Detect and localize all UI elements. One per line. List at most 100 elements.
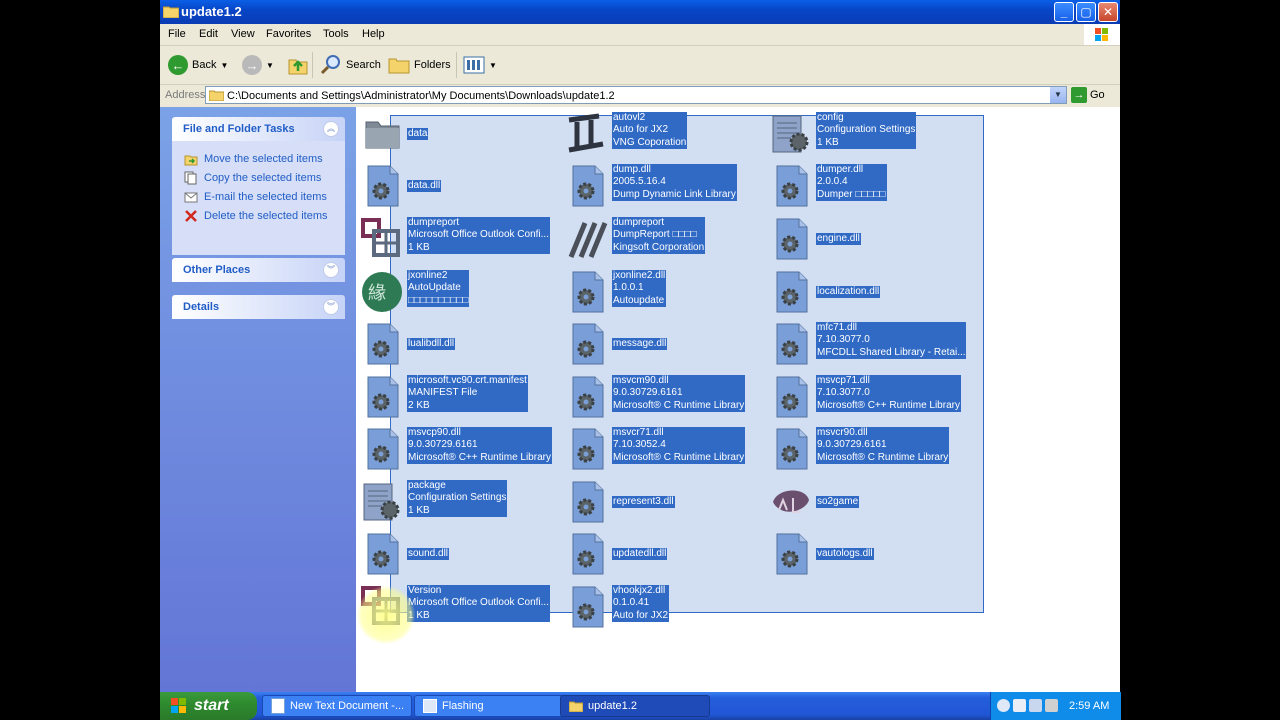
file-name: sound.dll — [408, 548, 449, 559]
views-button[interactable]: ▼ — [463, 53, 497, 77]
dll-icon — [360, 164, 404, 208]
file-item[interactable]: 緣 jxonline2 AutoUpdate □□□□□□□□□□ — [360, 270, 560, 318]
task-label: Copy the selected items — [204, 171, 322, 184]
task-pane: File and Folder Tasks ︽ Move the selecte… — [160, 107, 356, 692]
panel-header[interactable]: Details ︾ — [172, 295, 345, 319]
menu-file[interactable]: File — [168, 28, 186, 40]
expand-icon[interactable]: ︾ — [323, 262, 339, 278]
file-detail: 1 KB — [408, 241, 430, 253]
start-button[interactable]: start — [160, 692, 257, 720]
file-item[interactable]: lualibdll.dll — [360, 322, 560, 370]
address-dropdown-button[interactable]: ▼ — [1050, 87, 1066, 103]
maximize-button[interactable]: ▢ — [1076, 2, 1096, 22]
file-name: msvcp71.dll — [817, 375, 870, 386]
minimize-button[interactable]: _ — [1054, 2, 1074, 22]
file-item[interactable]: data — [360, 112, 560, 160]
file-item[interactable]: data.dll — [360, 164, 560, 212]
dll-icon — [769, 322, 813, 366]
close-button[interactable]: ✕ — [1098, 2, 1118, 22]
up-folder-button[interactable] — [288, 53, 308, 77]
file-item[interactable]: represent3.dll — [565, 480, 765, 528]
file-item[interactable]: config Configuration Settings 1 KB — [769, 112, 969, 160]
file-item[interactable]: vautologs.dll — [769, 532, 969, 580]
tray-arrow-icon[interactable] — [997, 699, 1010, 712]
dll-icon — [565, 532, 609, 576]
file-item[interactable]: dump.dll 2005.5.16.4 Dump Dynamic Link Lib… — [565, 164, 765, 212]
file-item[interactable]: localization.dll — [769, 270, 969, 318]
menu-view[interactable]: View — [231, 28, 255, 40]
file-item[interactable]: vhookjx2.dll 0.1.0.41 Auto for JX2 — [565, 585, 765, 633]
start-label: start — [194, 697, 229, 714]
file-detail: 9.0.30729.6161 — [817, 439, 887, 451]
expand-icon[interactable]: ︾ — [323, 299, 339, 315]
search-button[interactable]: Search — [320, 53, 381, 77]
task-delete[interactable]: Delete the selected items — [172, 206, 345, 225]
menu-edit[interactable]: Edit — [199, 28, 218, 40]
file-detail: Dumper □□□□□ — [817, 188, 886, 200]
go-button[interactable]: → Go — [1071, 87, 1105, 103]
file-item[interactable]: dumper.dll 2.0.0.4 Dumper □□□□□ — [769, 164, 969, 212]
tray-volume-icon[interactable] — [1045, 699, 1058, 712]
task-email[interactable]: E-mail the selected items — [172, 187, 345, 206]
panel-header[interactable]: Other Places ︾ — [172, 258, 345, 282]
dll-icon — [360, 375, 404, 419]
file-name: package — [408, 480, 446, 491]
file-label: jxonline2.dll 1.0.0.1 Autoupdate — [612, 270, 667, 307]
file-view[interactable]: data autovl2 Auto for JX2 VNG Coporation con… — [356, 107, 1120, 692]
file-item[interactable]: so2game — [769, 480, 969, 528]
folder-icon — [163, 6, 179, 18]
file-item[interactable]: package Configuration Settings 1 KB — [360, 480, 560, 528]
file-item[interactable]: jxonline2.dll 1.0.0.1 Autoupdate — [565, 270, 765, 318]
chevron-down-icon: ▼ — [266, 60, 274, 70]
file-detail: Microsoft® C++ Runtime Library — [817, 399, 960, 411]
tray-network-icon[interactable] — [1029, 699, 1042, 712]
folders-icon — [388, 58, 410, 74]
collapse-icon[interactable]: ︽ — [323, 121, 339, 137]
file-label: autovl2 Auto for JX2 VNG Coporation — [612, 112, 688, 149]
file-label: updatedll.dll — [612, 548, 668, 561]
file-label: vhookjx2.dll 0.1.0.41 Auto for JX2 — [612, 585, 670, 622]
menu-tools[interactable]: Tools — [323, 28, 349, 40]
file-item[interactable]: mfc71.dll 7.10.3077.0 MFCDLL Shared Librar… — [769, 322, 969, 370]
file-detail: 1 KB — [408, 609, 430, 621]
file-item[interactable]: msvcp71.dll 7.10.3077.0 Microsoft® C++ Run… — [769, 375, 969, 423]
file-detail: 2 KB — [408, 399, 430, 411]
menu-favorites[interactable]: Favorites — [266, 28, 311, 40]
taskbar-button-notepad[interactable]: New Text Document -... — [262, 695, 412, 717]
forward-button[interactable]: → ▼ — [242, 53, 274, 77]
file-item[interactable]: msvcp90.dll 9.0.30729.6161 Microsoft® C++ … — [360, 427, 560, 475]
file-item[interactable]: updatedll.dll — [565, 532, 765, 580]
file-item[interactable]: msvcm90.dll 9.0.30729.6161 Microsoft® C Ru… — [565, 375, 765, 423]
file-detail: Auto for JX2 — [613, 609, 669, 621]
taskbar-button-flashing[interactable]: Flashing — [414, 695, 564, 717]
tray-app-icon[interactable] — [1013, 699, 1026, 712]
file-item[interactable]: microsoft.vc90.crt.manifest MANIFEST File… — [360, 375, 560, 423]
task-copy[interactable]: Copy the selected items — [172, 168, 345, 187]
file-item[interactable]: engine.dll — [769, 217, 969, 265]
menu-help[interactable]: Help — [362, 28, 385, 40]
file-detail: Microsoft Office Outlook Confi... — [408, 229, 549, 241]
file-item[interactable]: msvcr90.dll 9.0.30729.6161 Microsoft® C Ru… — [769, 427, 969, 475]
file-item[interactable]: autovl2 Auto for JX2 VNG Coporation — [565, 112, 765, 160]
file-item[interactable]: dumpreport Microsoft Office Outlook Confi… — [360, 217, 560, 265]
task-move[interactable]: Move the selected items — [172, 149, 345, 168]
dll-icon — [360, 427, 404, 471]
taskbar-button-update[interactable]: update1.2 — [560, 695, 710, 717]
config-file-icon — [360, 480, 404, 524]
file-item[interactable]: msvcr71.dll 7.10.3052.4 Microsoft® C Runti… — [565, 427, 765, 475]
title-bar[interactable]: update1.2 _ ▢ ✕ — [160, 0, 1120, 24]
toolbar-separator — [312, 52, 313, 78]
file-name: mfc71.dll — [817, 322, 858, 333]
file-item[interactable]: sound.dll — [360, 532, 560, 580]
file-item[interactable]: dumpreport DumpReport □□□□ Kingsoft Corpor… — [565, 217, 765, 265]
file-detail: MANIFEST File — [408, 387, 478, 399]
file-name: data.dll — [408, 180, 441, 191]
back-button[interactable]: ← Back ▼ — [168, 53, 228, 77]
file-detail: VNG Coporation — [613, 136, 687, 148]
file-item[interactable]: message.dll — [565, 322, 765, 370]
panel-header[interactable]: File and Folder Tasks ︽ — [172, 117, 345, 141]
address-input[interactable]: C:\Documents and Settings\Administrator\… — [205, 86, 1067, 104]
file-name: engine.dll — [817, 233, 860, 244]
folders-button[interactable]: Folders — [388, 53, 451, 77]
dll-icon — [565, 427, 609, 471]
